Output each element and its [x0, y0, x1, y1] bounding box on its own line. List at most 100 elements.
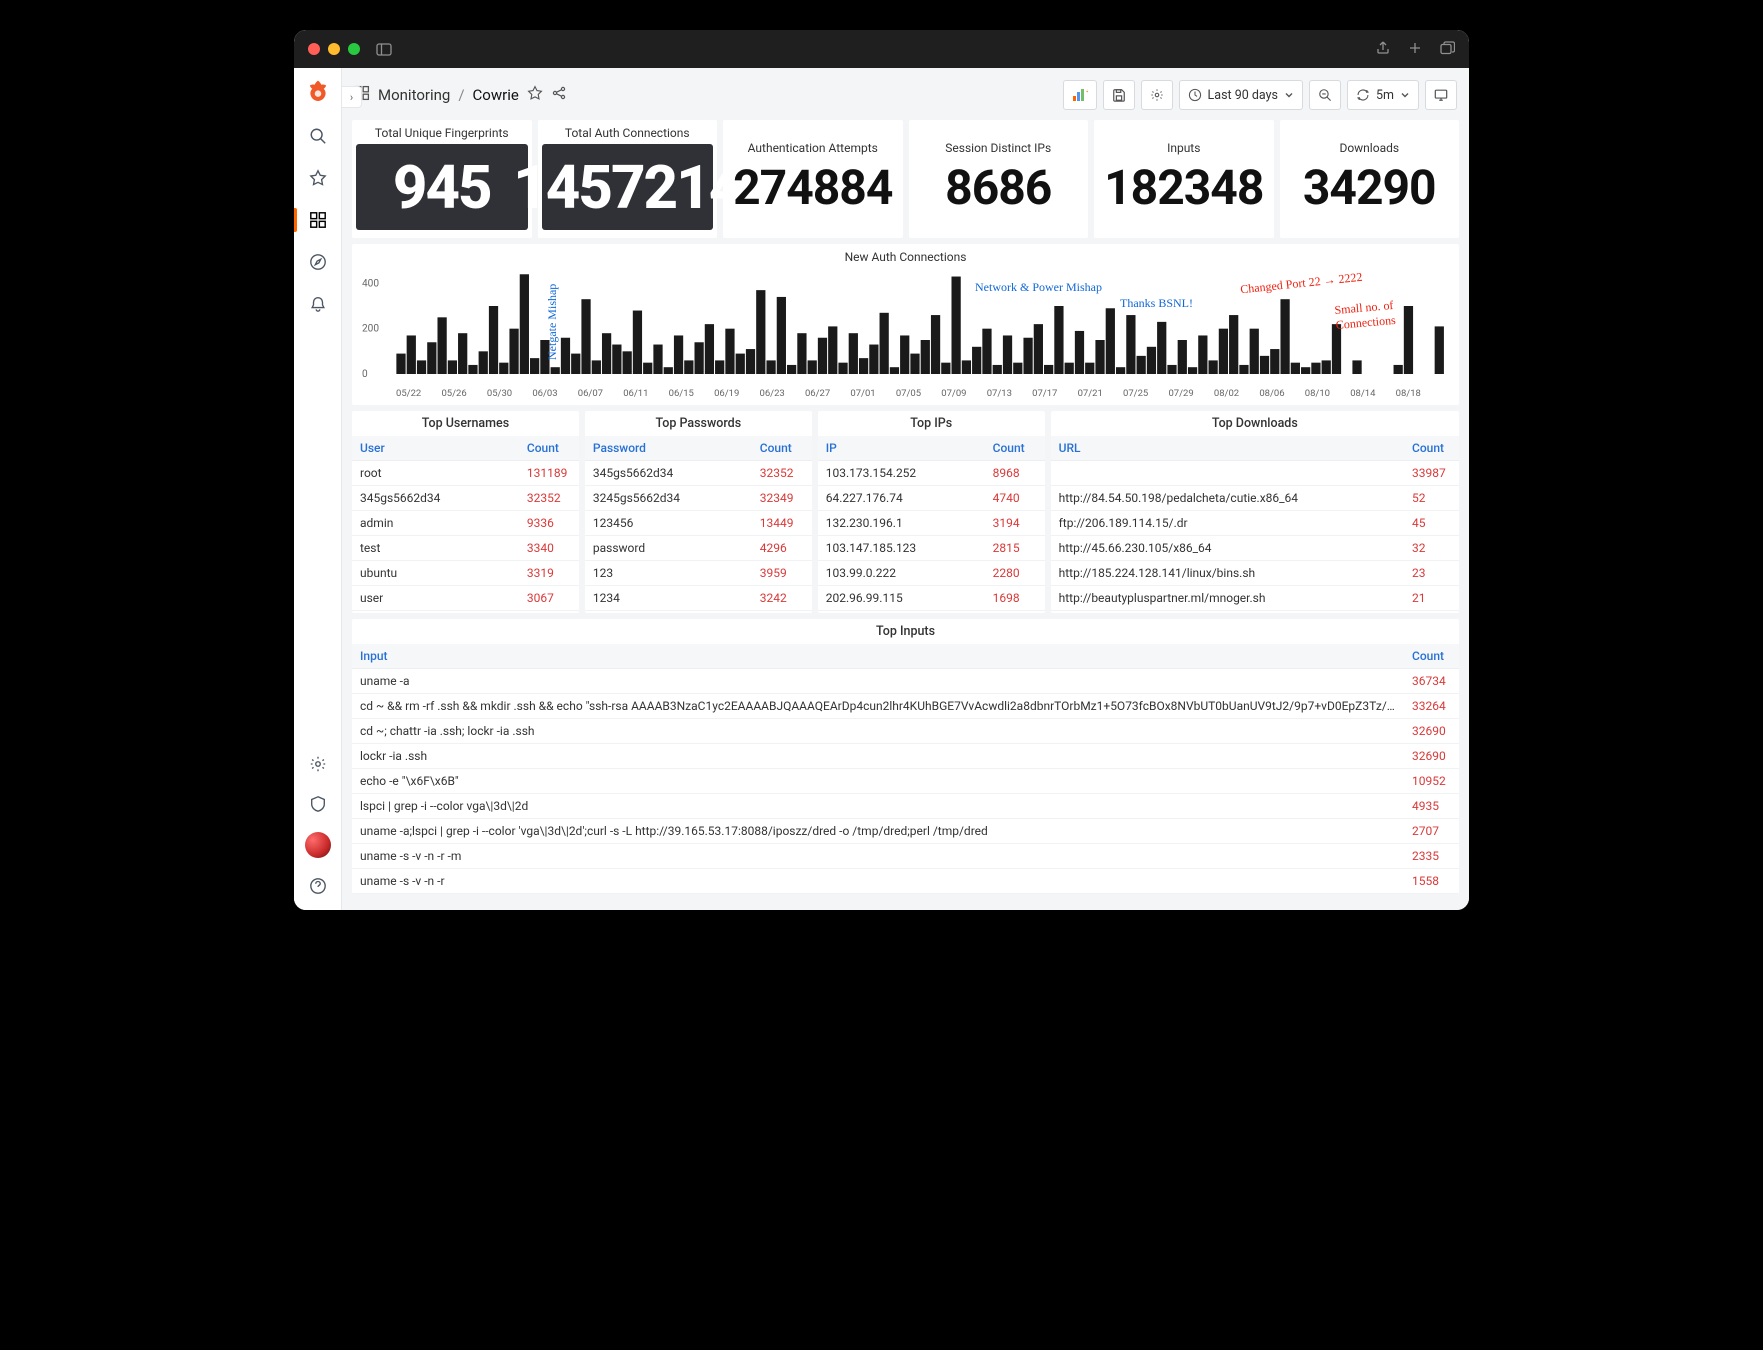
table-row[interactable]: uname -a36734 — [352, 669, 1459, 694]
refresh-button[interactable]: 5m — [1347, 80, 1419, 110]
table-row[interactable]: 103.147.185.1232815 — [818, 536, 1045, 561]
dashboards-icon[interactable] — [306, 208, 330, 232]
stat-value: 1457214 — [513, 152, 741, 223]
maximize-window-button[interactable] — [348, 43, 360, 55]
table-row[interactable]: admin1233063 — [585, 611, 812, 614]
grafana-logo-icon[interactable] — [304, 78, 332, 106]
table-row[interactable]: 345gs5662d3432352 — [352, 486, 579, 511]
svg-text:400: 400 — [362, 278, 379, 289]
share-dashboard-icon[interactable] — [551, 85, 567, 105]
column-header[interactable]: Count — [519, 436, 579, 461]
table-row[interactable]: uname -a;lspci | grep -i --color 'vga\|3… — [352, 819, 1459, 844]
settings-icon[interactable] — [306, 752, 330, 776]
avatar[interactable] — [305, 832, 331, 858]
stat-panel[interactable]: Downloads34290 — [1280, 120, 1460, 238]
top-passwords-panel[interactable]: Top Passwords PasswordCount345gs5662d343… — [585, 411, 812, 613]
kiosk-mode-button[interactable] — [1425, 80, 1457, 110]
table-row[interactable]: admin9336 — [352, 511, 579, 536]
tabs-icon[interactable] — [1440, 40, 1455, 59]
new-tab-icon[interactable] — [1408, 40, 1422, 59]
breadcrumb-name[interactable]: Cowrie — [473, 86, 519, 104]
help-icon[interactable] — [306, 874, 330, 898]
favorite-star-icon[interactable] — [527, 85, 543, 105]
sidebar-toggle-icon[interactable] — [376, 43, 392, 56]
table-row[interactable]: lockr -ia .ssh32690 — [352, 744, 1459, 769]
shield-icon[interactable] — [306, 792, 330, 816]
stat-panel[interactable]: Inputs182348 — [1094, 120, 1274, 238]
stat-value: 182348 — [1104, 159, 1263, 216]
table-row[interactable]: user3067 — [352, 586, 579, 611]
column-header[interactable]: User — [352, 436, 519, 461]
column-header[interactable]: Count — [1404, 436, 1459, 461]
new-auth-connections-panel[interactable]: New Auth Connections 0200400Netgate Mish… — [352, 244, 1459, 405]
stat-value: 34290 — [1303, 159, 1436, 216]
stat-value: 274884 — [733, 159, 892, 216]
table-row[interactable]: http://185.224.128.141/linux/bins.sh23 — [1051, 561, 1459, 586]
column-header[interactable]: URL — [1051, 436, 1404, 461]
stat-panel[interactable]: Session Distinct IPs8686 — [909, 120, 1089, 238]
table-row[interactable]: 103.173.154.2528968 — [818, 461, 1045, 486]
table-row[interactable]: uname -s -v -n -r -m2335 — [352, 844, 1459, 869]
column-header[interactable]: Count — [985, 436, 1045, 461]
settings-button[interactable] — [1141, 80, 1173, 110]
share-icon[interactable] — [1376, 40, 1390, 59]
table-row[interactable]: http://beautypluspartner.ml/mnoger.sh21 — [1051, 586, 1459, 611]
refresh-interval-label: 5m — [1376, 88, 1394, 103]
table-row[interactable]: 202.96.99.1151698 — [818, 586, 1045, 611]
chevron-down-icon — [1284, 90, 1294, 100]
column-header[interactable]: Password — [585, 436, 752, 461]
table-row[interactable]: ftp://206.189.114.15/.dr45 — [1051, 511, 1459, 536]
top-usernames-panel[interactable]: Top Usernames UserCountroot131189345gs56… — [352, 411, 579, 613]
bar-chart[interactable]: 0200400 — [360, 268, 1451, 386]
table-row[interactable]: 12345613449 — [585, 511, 812, 536]
traffic-lights — [308, 43, 360, 55]
explore-icon[interactable] — [306, 250, 330, 274]
table-row[interactable]: cd ~ && rm -rf .ssh && mkdir .ssh && ech… — [352, 694, 1459, 719]
table-row[interactable]: password4296 — [585, 536, 812, 561]
table-row[interactable]: echo -e "\x6F\x6B"10952 — [352, 769, 1459, 794]
table-row[interactable]: oracle2406 — [352, 611, 579, 614]
table-row[interactable]: 64.227.176.744740 — [818, 486, 1045, 511]
stat-panel[interactable]: Authentication Attempts274884 — [723, 120, 903, 238]
top-ips-panel[interactable]: Top IPs IPCount103.173.154.252896864.227… — [818, 411, 1045, 613]
column-header[interactable]: Count — [1404, 644, 1459, 669]
stat-value: 945 — [393, 152, 491, 223]
minimize-window-button[interactable] — [328, 43, 340, 55]
table-row[interactable]: 12343242 — [585, 586, 812, 611]
table-row[interactable]: ubuntu3319 — [352, 561, 579, 586]
add-panel-button[interactable]: + — [1063, 80, 1097, 110]
table-row[interactable]: http://45.66.230.105/x86_6432 — [1051, 536, 1459, 561]
table-row[interactable]: test3340 — [352, 536, 579, 561]
table-row[interactable]: 3245gs5662d3432349 — [585, 486, 812, 511]
timerange-label: Last 90 days — [1208, 88, 1278, 103]
table-row[interactable]: 103.99.0.2222280 — [818, 561, 1045, 586]
table-row[interactable]: cd ~; chattr -ia .ssh; lockr -ia .ssh326… — [352, 719, 1459, 744]
stat-panel[interactable]: Total Unique Fingerprints945 — [352, 120, 532, 238]
close-window-button[interactable] — [308, 43, 320, 55]
table-row[interactable]: http://84.54.50.198/pedalcheta/cutie.x86… — [1051, 486, 1459, 511]
table-row[interactable]: lspci | grep -i --color vga\|3d\|2d4935 — [352, 794, 1459, 819]
top-inputs-panel[interactable]: Top Inputs InputCountuname -a36734cd ~ &… — [352, 619, 1459, 894]
column-header[interactable]: IP — [818, 436, 985, 461]
table-row[interactable]: 1233959 — [585, 561, 812, 586]
table-row[interactable]: 132.230.196.13194 — [818, 511, 1045, 536]
timerange-picker[interactable]: Last 90 days — [1179, 80, 1303, 110]
alerting-icon[interactable] — [306, 292, 330, 316]
save-button[interactable] — [1103, 80, 1135, 110]
star-icon[interactable] — [306, 166, 330, 190]
table-row[interactable]: uname -s -v -n -r1558 — [352, 869, 1459, 894]
stat-panel[interactable]: Total Auth Connections1457214 — [538, 120, 718, 238]
table-row[interactable]: http://109.206.242.213/sh15 — [1051, 611, 1459, 614]
expand-sidebar-button[interactable]: › — [342, 86, 362, 108]
table-row[interactable]: 345gs5662d3432352 — [585, 461, 812, 486]
column-header[interactable]: Count — [752, 436, 812, 461]
search-icon[interactable] — [306, 124, 330, 148]
zoom-out-button[interactable] — [1309, 80, 1341, 110]
chevron-down-icon — [1400, 90, 1410, 100]
table-row[interactable]: root131189 — [352, 461, 579, 486]
table-row[interactable]: 81.68.162.1851458 — [818, 611, 1045, 614]
top-downloads-panel[interactable]: Top Downloads URLCount33987http://84.54.… — [1051, 411, 1459, 613]
column-header[interactable]: Input — [352, 644, 1404, 669]
breadcrumb-root[interactable]: Monitoring — [378, 86, 450, 104]
table-row[interactable]: 33987 — [1051, 461, 1459, 486]
